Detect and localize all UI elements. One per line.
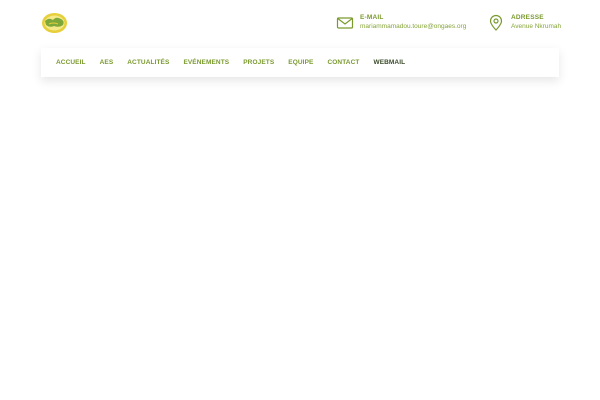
nav-item-aes[interactable]: AES — [100, 59, 114, 66]
main-navigation: ACCUEIL AES ACTUALITÉS EVÉNEMENTS PROJET… — [41, 48, 559, 77]
email-contact[interactable]: E-MAIL mariammamadou.toure@ongaes.org — [336, 13, 466, 33]
nav-item-accueil[interactable]: ACCUEIL — [56, 59, 86, 66]
email-label: E-MAIL — [360, 14, 384, 21]
nav-item-equipe[interactable]: EQUIPE — [288, 59, 313, 66]
nav-item-evenements[interactable]: EVÉNEMENTS — [183, 59, 229, 66]
address-value: Avenue Nkrumah — [511, 23, 562, 30]
organization-logo[interactable] — [41, 12, 68, 34]
email-value[interactable]: mariammamadou.toure@ongaes.org — [360, 22, 466, 32]
nav-list: ACCUEIL AES ACTUALITÉS EVÉNEMENTS PROJET… — [41, 59, 419, 66]
envelope-icon — [336, 14, 354, 32]
nav-item-actualites[interactable]: ACTUALITÉS — [127, 59, 169, 66]
top-header: E-MAIL mariammamadou.toure@ongaes.org AD… — [0, 0, 600, 48]
nav-item-contact[interactable]: CONTACT — [327, 59, 359, 66]
address-label: ADRESSE — [511, 14, 544, 21]
nav-item-projets[interactable]: PROJETS — [243, 59, 274, 66]
map-pin-icon — [487, 14, 505, 32]
address-contact: ADRESSE Avenue Nkrumah — [487, 13, 561, 33]
nav-item-webmail[interactable]: WEBMAIL — [373, 59, 405, 66]
